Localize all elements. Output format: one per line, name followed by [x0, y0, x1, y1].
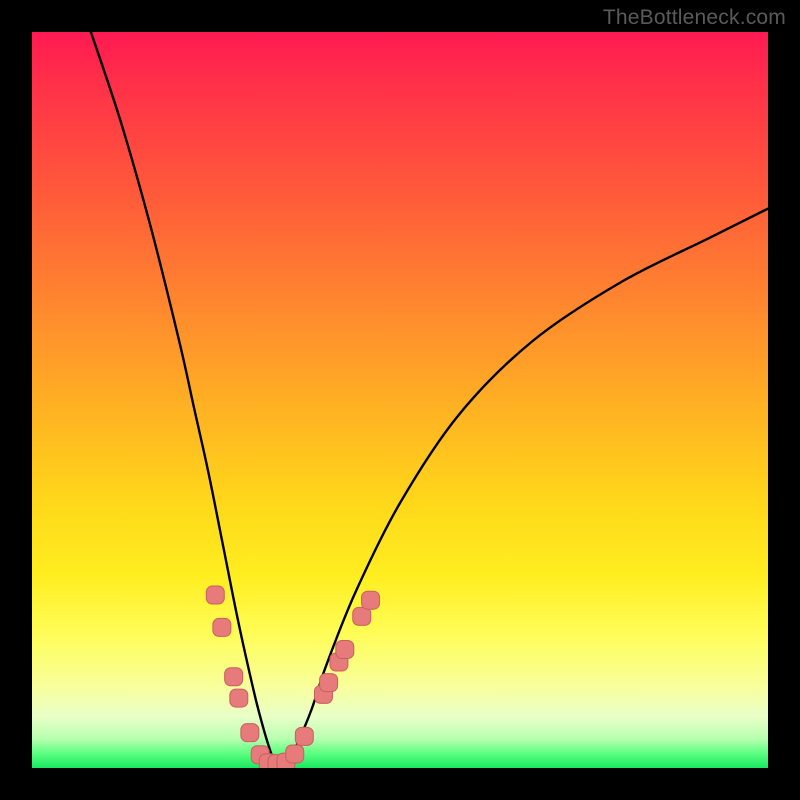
curve-marker: [295, 727, 313, 745]
curve-marker: [213, 618, 231, 636]
curve-markers: [32, 32, 768, 768]
curve-marker: [230, 689, 248, 707]
curve-marker: [353, 607, 371, 625]
curve-marker: [225, 668, 243, 686]
curve-marker: [320, 674, 338, 692]
curve-marker: [286, 745, 304, 763]
curve-marker: [336, 641, 354, 659]
plot-area: [32, 32, 768, 768]
outer-frame: TheBottleneck.com: [0, 0, 800, 800]
curve-marker: [241, 724, 259, 742]
curve-marker: [206, 586, 224, 604]
watermark-text: TheBottleneck.com: [603, 6, 786, 30]
curve-marker: [362, 591, 380, 609]
